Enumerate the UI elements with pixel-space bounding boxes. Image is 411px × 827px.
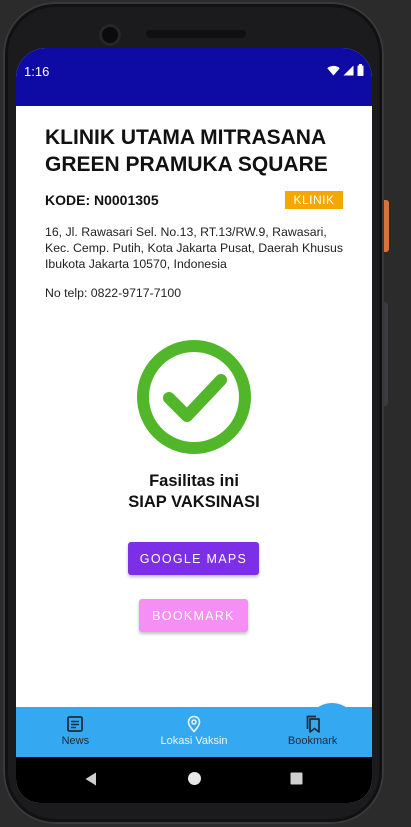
- facility-type-badge: KLINIK: [285, 191, 343, 209]
- nav-item-bookmark[interactable]: Bookmark: [253, 707, 372, 757]
- news-icon: [67, 716, 84, 732]
- nav-label-news: News: [61, 735, 90, 747]
- nav-item-lokasi-vaksin[interactable]: Lokasi Vaksin: [135, 707, 254, 757]
- status-icons: [327, 64, 364, 76]
- status-time: 1:16: [24, 64, 50, 79]
- facility-code: KODE: N0001305: [45, 192, 159, 208]
- volume-rocker[interactable]: [384, 302, 388, 406]
- google-maps-button[interactable]: GOOGLE MAPS: [128, 542, 259, 575]
- vaccination-status: Fasilitas ini SIAP VAKSINASI: [16, 471, 372, 513]
- nav-label-lokasi-vaksin: Lokasi Vaksin: [160, 735, 228, 747]
- status-line-2: SIAP VAKSINASI: [128, 493, 260, 511]
- signal-icon: [343, 65, 354, 75]
- front-camera: [102, 27, 118, 43]
- bottom-navigation: News Lokasi Vaksin Bookmark: [16, 707, 372, 757]
- back-icon[interactable]: [84, 771, 98, 787]
- location-pin-icon: [187, 715, 201, 733]
- wifi-icon: [327, 65, 340, 75]
- recents-icon[interactable]: [290, 772, 303, 785]
- bookmarks-icon: [306, 715, 320, 733]
- check-circle-icon: [137, 340, 251, 454]
- earpiece-speaker: [146, 30, 246, 38]
- app-screen: 1:16 KLINIK UTAMA MITRASANA GREEN PRAMUK…: [16, 48, 372, 803]
- bookmark-button[interactable]: BOOKMARK: [139, 599, 248, 632]
- nav-label-bookmark: Bookmark: [287, 735, 338, 747]
- status-bar: 1:16: [16, 48, 372, 106]
- facility-name: KLINIK UTAMA MITRASANA GREEN PRAMUKA SQU…: [45, 126, 328, 176]
- status-line-1: Fasilitas ini: [149, 472, 239, 490]
- facility-address: 16, Jl. Rawasari Sel. No.13, RT.13/RW.9,…: [45, 225, 344, 271]
- home-icon[interactable]: [187, 771, 202, 786]
- facility-detail: KLINIK UTAMA MITRASANA GREEN PRAMUKA SQU…: [16, 106, 372, 753]
- nav-item-news[interactable]: News: [16, 707, 135, 757]
- battery-icon: [357, 64, 364, 76]
- power-button[interactable]: [384, 200, 389, 252]
- system-navigation-bar: [16, 757, 372, 803]
- facility-phone: No telp: 0822-9717-7100: [45, 286, 182, 300]
